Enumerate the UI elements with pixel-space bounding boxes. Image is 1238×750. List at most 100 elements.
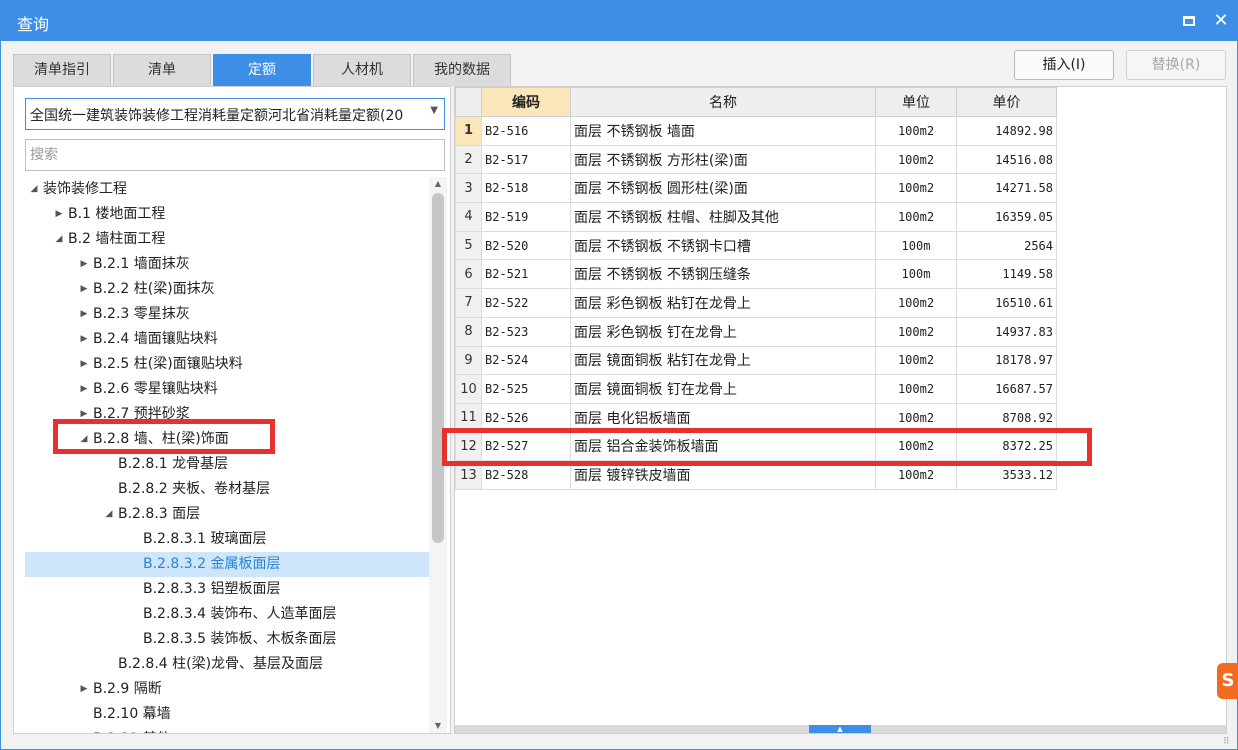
name-cell[interactable]: 面层 镀锌铁皮墙面 (570, 460, 876, 490)
tree-node[interactable]: B.2.8.4 柱(梁)龙骨、基层及面层 (25, 652, 429, 677)
collapsed-arrow-icon[interactable]: ▶ (77, 377, 91, 402)
expanded-arrow-icon[interactable]: ◢ (102, 502, 116, 527)
code-cell[interactable]: B2-516 (481, 116, 571, 146)
row-number-cell[interactable]: 13 (455, 460, 482, 490)
unit-cell[interactable]: 100m (875, 259, 957, 290)
column-header-price[interactable]: 单价 (956, 87, 1057, 117)
tree-node[interactable]: ◢ 装饰装修工程 (25, 177, 429, 202)
name-cell[interactable]: 面层 电化铝板墙面 (570, 402, 876, 433)
price-cell[interactable]: 18178.97 (956, 345, 1057, 376)
tab-quota[interactable]: 定额 (213, 54, 311, 86)
name-cell[interactable]: 面层 镜面铜板 粘钉在龙骨上 (570, 345, 876, 376)
tab-bill-guide[interactable]: 清单指引 (13, 54, 111, 86)
table-row[interactable]: 9 B2-524 面层 镜面铜板 粘钉在龙骨上 100m2 18178.97 (455, 345, 1057, 376)
row-number-cell[interactable]: 12 (455, 431, 482, 462)
price-cell[interactable]: 2564 (956, 230, 1057, 261)
unit-cell[interactable]: 100m2 (875, 116, 957, 146)
table-row[interactable]: 3 B2-518 面层 不锈钢板 圆形柱(梁)面 100m2 14271.58 (455, 173, 1057, 204)
tree-node[interactable]: ▶ B.2.3 零星抹灰 (25, 302, 429, 327)
table-row[interactable]: 11 B2-526 面层 电化铝板墙面 100m2 8708.92 (455, 402, 1057, 433)
tab-my-data[interactable]: 我的数据 (413, 54, 511, 86)
table-row[interactable]: 6 B2-521 面层 不锈钢板 不锈钢压缝条 100m 1149.58 (455, 259, 1057, 290)
table-row[interactable]: 2 B2-517 面层 不锈钢板 方形柱(梁)面 100m2 14516.08 (455, 144, 1057, 175)
collapse-handle-icon[interactable]: ▲ (809, 725, 871, 733)
tree-node[interactable]: B.2.10 幕墙 (25, 702, 429, 727)
table-horizontal-scrollbar[interactable]: ▲ (455, 725, 1226, 733)
unit-cell[interactable]: 100m (875, 230, 957, 261)
chevron-down-icon[interactable]: ▼ (430, 105, 438, 116)
price-cell[interactable]: 14271.58 (956, 173, 1057, 204)
expanded-arrow-icon[interactable]: ◢ (77, 427, 91, 452)
search-input[interactable] (25, 139, 445, 171)
tree-node[interactable]: B.2.8.3.5 装饰板、木板条面层 (25, 627, 429, 652)
tree-node[interactable]: B.2.8.2 夹板、卷材基层 (25, 477, 429, 502)
tree-node[interactable]: ◢ B.2.8.3 面层 (25, 502, 429, 527)
price-cell[interactable]: 8372.25 (956, 431, 1057, 462)
maximize-button[interactable] (1177, 9, 1201, 33)
code-cell[interactable]: B2-524 (481, 345, 571, 376)
expanded-arrow-icon[interactable]: ◢ (27, 177, 41, 202)
code-cell[interactable]: B2-523 (481, 316, 571, 347)
price-cell[interactable]: 14516.08 (956, 144, 1057, 175)
row-number-cell[interactable]: 5 (455, 230, 482, 261)
tree-node[interactable]: ▶ B.2.4 墙面镶贴块料 (25, 327, 429, 352)
price-cell[interactable]: 16687.57 (956, 374, 1057, 404)
code-cell[interactable]: B2-527 (481, 431, 571, 462)
unit-cell[interactable]: 100m2 (875, 288, 957, 318)
table-row[interactable]: 1 B2-516 面层 不锈钢板 墙面 100m2 14892.98 (455, 116, 1057, 146)
title-bar[interactable]: 查询 ✕ (1, 1, 1237, 41)
collapsed-arrow-icon[interactable]: ▶ (77, 352, 91, 377)
collapsed-arrow-icon[interactable]: ▶ (77, 402, 91, 427)
name-cell[interactable]: 面层 铝合金装饰板墙面 (570, 431, 876, 462)
scroll-down-icon[interactable]: ▼ (429, 719, 447, 733)
code-cell[interactable]: B2-521 (481, 259, 571, 290)
unit-cell[interactable]: 100m2 (875, 316, 957, 347)
table-row[interactable]: 10 B2-525 面层 镜面铜板 钉在龙骨上 100m2 16687.57 (455, 374, 1057, 404)
price-cell[interactable]: 8708.92 (956, 402, 1057, 433)
name-cell[interactable]: 面层 彩色钢板 钉在龙骨上 (570, 316, 876, 347)
tree-node[interactable]: ◢ B.2 墙柱面工程 (25, 227, 429, 252)
sogou-logo-icon[interactable]: S (1217, 663, 1238, 699)
unit-cell[interactable]: 100m2 (875, 402, 957, 433)
code-cell[interactable]: B2-522 (481, 288, 571, 318)
tree-node[interactable]: ▶ B.2.6 零星镶贴块料 (25, 377, 429, 402)
name-cell[interactable]: 面层 镜面铜板 钉在龙骨上 (570, 374, 876, 404)
quota-library-select[interactable]: 全国统一建筑装饰装修工程消耗量定额河北省消耗量定额(20 ▼ (25, 98, 445, 130)
unit-cell[interactable]: 100m2 (875, 431, 957, 462)
row-number-cell[interactable]: 3 (455, 173, 482, 204)
unit-cell[interactable]: 100m2 (875, 345, 957, 376)
row-number-cell[interactable]: 11 (455, 402, 482, 433)
code-cell[interactable]: B2-520 (481, 230, 571, 261)
unit-cell[interactable]: 100m2 (875, 173, 957, 204)
row-number-cell[interactable]: 9 (455, 345, 482, 376)
code-cell[interactable]: B2-525 (481, 374, 571, 404)
code-cell[interactable]: B2-519 (481, 202, 571, 232)
price-cell[interactable]: 14937.83 (956, 316, 1057, 347)
tree-node[interactable]: B.2.8.3.3 铝塑板面层 (25, 577, 429, 602)
table-row[interactable]: 12 B2-527 面层 铝合金装饰板墙面 100m2 8372.25 (455, 431, 1057, 462)
tree-node[interactable]: B.2.8.3.1 玻璃面层 (25, 527, 429, 552)
name-cell[interactable]: 面层 不锈钢板 圆形柱(梁)面 (570, 173, 876, 204)
row-number-cell[interactable]: 4 (455, 202, 482, 232)
code-cell[interactable]: B2-526 (481, 402, 571, 433)
tree-node[interactable]: B.2.11 其他 (25, 727, 429, 733)
collapsed-arrow-icon[interactable]: ▶ (52, 202, 66, 227)
name-cell[interactable]: 面层 不锈钢板 不锈钢压缝条 (570, 259, 876, 290)
unit-cell[interactable]: 100m2 (875, 202, 957, 232)
close-button[interactable]: ✕ (1209, 9, 1233, 33)
tree-vertical-scrollbar[interactable]: ▲ ▼ (429, 177, 447, 733)
code-cell[interactable]: B2-517 (481, 144, 571, 175)
price-cell[interactable]: 1149.58 (956, 259, 1057, 290)
collapsed-arrow-icon[interactable]: ▶ (77, 252, 91, 277)
column-header-name[interactable]: 名称 (570, 87, 876, 117)
unit-cell[interactable]: 100m2 (875, 460, 957, 490)
tree-node[interactable]: ▶ B.2.5 柱(梁)面镶贴块料 (25, 352, 429, 377)
resize-grip-icon[interactable]: ⠿ (1223, 737, 1230, 747)
insert-button[interactable]: 插入(I) (1014, 50, 1114, 80)
unit-cell[interactable]: 100m2 (875, 374, 957, 404)
name-cell[interactable]: 面层 不锈钢板 墙面 (570, 116, 876, 146)
scroll-up-icon[interactable]: ▲ (429, 177, 447, 191)
table-row[interactable]: 8 B2-523 面层 彩色钢板 钉在龙骨上 100m2 14937.83 (455, 316, 1057, 347)
price-cell[interactable]: 16510.61 (956, 288, 1057, 318)
tree-node[interactable]: ◢ B.2.8 墙、柱(梁)饰面 (25, 427, 429, 452)
